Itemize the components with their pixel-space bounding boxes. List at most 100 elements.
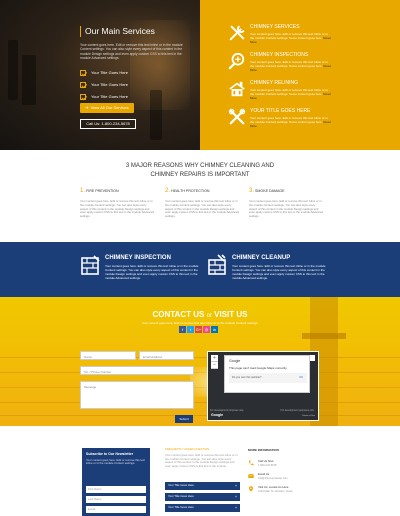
- reason-text: Your content goes here. Edit or remove t…: [80, 199, 155, 219]
- faq-block: FREQUENTLY ASKED QUESTION Your content g…: [165, 447, 240, 512]
- chimney-brush-icon: [208, 254, 226, 275]
- faq-text: Your content goes here. Edit or remove t…: [165, 452, 238, 469]
- faq-toggle[interactable]: Your Title Goes Here +: [165, 493, 240, 501]
- google-map[interactable]: + − Google This page can't load Google M…: [207, 351, 319, 421]
- zoom-out-button[interactable]: −: [211, 362, 218, 369]
- contact-title: CONTACT US or VISIT US: [152, 310, 248, 319]
- service-title: CHIMNEY SERVICES: [250, 24, 300, 30]
- chimney-icon: [229, 81, 245, 97]
- linkedin-icon[interactable]: in: [211, 326, 218, 333]
- social-links: f t G+ ◎ in: [179, 326, 218, 333]
- twitter-icon[interactable]: t: [187, 326, 194, 333]
- footer-section: Subscribe to Our Newsletter Your content…: [0, 426, 400, 516]
- map-terms-link[interactable]: Terms of Use: [302, 415, 315, 418]
- call-us-button[interactable]: Call Us: 1-800-234-5678: [80, 119, 136, 129]
- first-name-field[interactable]: First Name: [86, 486, 146, 493]
- plus-icon: +: [234, 494, 237, 499]
- service-text: Your content goes here. Edit or remove t…: [250, 116, 331, 129]
- reasons-title: 3 MAJOR REASONS WHY CHIMNEY CLEANING AND…: [125, 163, 275, 178]
- services-heading: Our Main Services: [80, 26, 155, 38]
- service-text: Your content goes here. Edit or remove t…: [250, 88, 331, 101]
- tools-icon: [228, 108, 246, 125]
- google-plus-icon[interactable]: G+: [195, 326, 202, 333]
- arrow-circle-icon: ➜: [85, 105, 89, 111]
- reason-item: 3.SMOKE DAMAGE Your content goes here. E…: [249, 187, 323, 219]
- phone-icon: [248, 460, 254, 466]
- map-ok-button[interactable]: OK: [299, 376, 303, 380]
- reason-item: 2.HEALTH PROTECTION Your content goes he…: [165, 187, 239, 219]
- map-zoom-controls: + −: [211, 355, 218, 369]
- services-list-panel: CHIMNEY SERVICES Your content goes here.…: [200, 0, 400, 150]
- hero-background-shape: [8, 40, 18, 100]
- map-error-dialog: Google This page can't load Google Maps …: [224, 355, 310, 393]
- map-brand: Google: [229, 359, 241, 363]
- cleanup-title: CHIMNEY CLEANUP: [232, 255, 291, 261]
- checklist-item: Your Title Goes Here: [80, 91, 128, 103]
- check-icon: [80, 70, 86, 76]
- wrench-screwdriver-icon: [229, 25, 245, 41]
- reason-item: 1.FIRE PREVENTION Your content goes here…: [80, 187, 154, 219]
- service-title: CHIMNEY RELINING: [250, 80, 298, 86]
- message-field[interactable]: Message: [80, 381, 194, 409]
- more-info-heading: MORE INFORMATION: [248, 448, 279, 452]
- inspection-title: CHIMNEY INSPECTION: [105, 255, 171, 261]
- contact-section: CONTACT US or VISIT US Your content goes…: [0, 297, 400, 426]
- map-watermark: For development purposes only For develo…: [210, 408, 314, 412]
- services-checklist: Your Title Goes Here Your Title Goes Her…: [80, 67, 128, 103]
- plus-icon: +: [234, 505, 237, 510]
- reason-text: Your content goes here. Edit or remove t…: [165, 199, 240, 219]
- hero-background-shape: [22, 55, 36, 105]
- dribbble-icon[interactable]: ◎: [203, 326, 210, 333]
- call-us-label: Call Us: 1-800-234-5678: [86, 121, 130, 127]
- check-icon: [80, 82, 86, 88]
- services-title: Our Main Services: [85, 26, 155, 36]
- location-icon: [249, 486, 253, 492]
- reason-heading: 3.SMOKE DAMAGE: [249, 188, 285, 194]
- checklist-label: Your Title Goes Here: [91, 94, 128, 100]
- page: Our Main Services Your content goes here…: [0, 0, 400, 516]
- info-value: 1-800-234-5678: [258, 464, 277, 467]
- facebook-icon[interactable]: f: [179, 326, 186, 333]
- service-title: CHIMNEY INSPECTIONS: [250, 52, 309, 58]
- newsletter-box: Subscribe to Our Newsletter Your content…: [82, 448, 150, 516]
- last-name-field[interactable]: Last Name: [86, 496, 146, 503]
- background-line: [0, 415, 400, 416]
- reason-heading: 2.HEALTH PROTECTION: [165, 188, 210, 194]
- info-value[interactable]: info@chimneysweep.com: [258, 477, 288, 481]
- faq-heading: FREQUENTLY ASKED QUESTION: [165, 447, 210, 451]
- name-field[interactable]: Name: [80, 351, 136, 360]
- map-question: Do you own this website?: [229, 373, 307, 383]
- checklist-item: Your Title Goes Here: [80, 67, 128, 79]
- faq-toggle[interactable]: Your Title Goes Here +: [165, 504, 240, 512]
- background-chimney-cap: [302, 333, 346, 339]
- background-line: [0, 402, 400, 403]
- reasons-section: 3 MAJOR REASONS WHY CHIMNEY CLEANING AND…: [0, 150, 400, 242]
- background-line: [0, 357, 400, 358]
- checklist-item: Your Title Goes Here: [80, 79, 128, 91]
- newsletter-title: Subscribe to Our Newsletter: [86, 452, 134, 456]
- inspection-cleanup-section: CHIMNEY INSPECTION Your content goes her…: [0, 242, 400, 297]
- services-hero-panel: Our Main Services Your content goes here…: [0, 0, 200, 150]
- view-all-services-button[interactable]: ➜ View All Our Services: [80, 103, 134, 113]
- newsletter-text: Your content goes here. Edit or remove t…: [86, 457, 145, 466]
- view-all-label: View All Our Services: [90, 105, 129, 111]
- faq-toggle[interactable]: Your Title Goes Here +: [165, 482, 240, 490]
- checklist-label: Your Title Goes Here: [91, 70, 128, 76]
- reason-heading: 1.FIRE PREVENTION: [80, 188, 119, 194]
- check-icon: [80, 94, 86, 100]
- chimney-brick-icon: [81, 255, 100, 275]
- inspection-text: Your content goes here. Edit or remove t…: [105, 264, 199, 281]
- reason-text: Your content goes here. Edit or remove t…: [249, 199, 324, 219]
- more-info-block: MORE INFORMATION Call Us Now 1-800-234-5…: [248, 448, 328, 493]
- service-text: Your content goes here. Edit or remove t…: [250, 60, 331, 73]
- plus-icon: +: [234, 483, 237, 488]
- hero-background-shape: [150, 90, 162, 140]
- magnifier-icon: [228, 52, 245, 70]
- google-logo: Google: [211, 413, 224, 418]
- service-title: YOUR TITLE GOES HERE: [250, 108, 311, 114]
- contact-subtitle: Your content goes here. Edit or remove t…: [141, 321, 259, 325]
- email-field[interactable]: Email Address: [139, 351, 194, 360]
- phone-field[interactable]: Tel. / Phone Number: [80, 366, 194, 375]
- newsletter-email-field[interactable]: Email: [86, 506, 146, 513]
- submit-button[interactable]: Submit: [175, 415, 193, 423]
